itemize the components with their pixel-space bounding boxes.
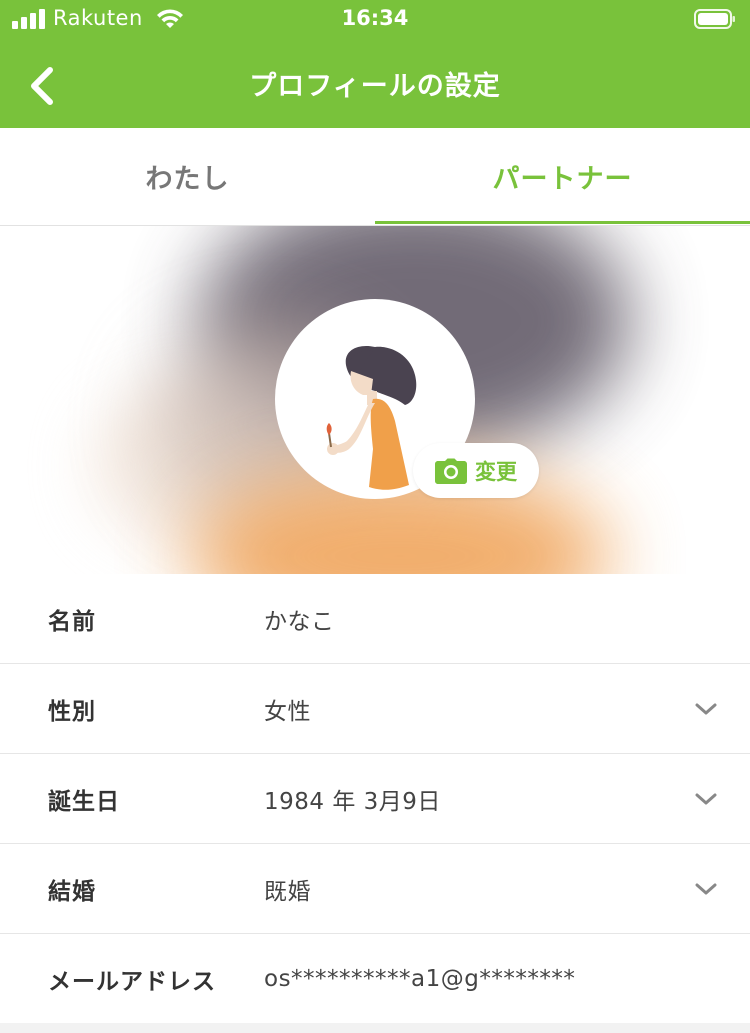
name-row[interactable]: 名前 かなこ <box>0 574 750 664</box>
gender-select[interactable]: 女性 <box>264 664 311 753</box>
chevron-down-icon <box>695 703 717 715</box>
profile-tabs: わたし パートナー <box>0 128 750 226</box>
email-row[interactable]: メールアドレス os**********a1@g******** <box>0 934 750 1023</box>
name-field[interactable]: かなこ <box>264 574 335 663</box>
birthday-row[interactable]: 誕生日 1984 年 3月9日 <box>0 754 750 844</box>
active-tab-indicator <box>375 221 750 224</box>
camera-icon <box>435 458 467 484</box>
field-label: 結婚 <box>48 878 96 905</box>
nav-bar: プロフィールの設定 <box>0 44 750 128</box>
tab-partner[interactable]: パートナー <box>375 128 750 225</box>
field-label: 性別 <box>48 698 96 725</box>
page-title: プロフィールの設定 <box>249 71 501 102</box>
gender-row[interactable]: 性別 女性 <box>0 664 750 754</box>
tab-me[interactable]: わたし <box>0 128 375 225</box>
field-label: 誕生日 <box>48 788 120 815</box>
status-time: 16:34 <box>341 6 409 30</box>
change-photo-button[interactable]: 変更 <box>413 443 539 498</box>
chevron-down-icon <box>695 883 717 895</box>
marriage-row[interactable]: 結婚 既婚 <box>0 844 750 934</box>
chevron-down-icon <box>695 793 717 805</box>
field-label: メールアドレス <box>48 968 216 995</box>
birthday-select[interactable]: 1984 年 3月9日 <box>264 754 441 843</box>
app-header: Rakuten 16:34 プロフィールの設定 <box>0 0 750 128</box>
email-field[interactable]: os**********a1@g******** <box>264 934 575 1023</box>
battery-icon <box>694 9 735 29</box>
change-photo-label: 変更 <box>475 459 517 484</box>
field-label: 名前 <box>48 608 96 635</box>
profile-form: 名前 かなこ 性別 女性 誕生日 1984 年 3月9日 結婚 既婚 メールアド… <box>0 574 750 1023</box>
marriage-select[interactable]: 既婚 <box>264 844 311 933</box>
status-bar: Rakuten 16:34 <box>0 0 750 44</box>
profile-hero: 変更 <box>0 226 750 574</box>
